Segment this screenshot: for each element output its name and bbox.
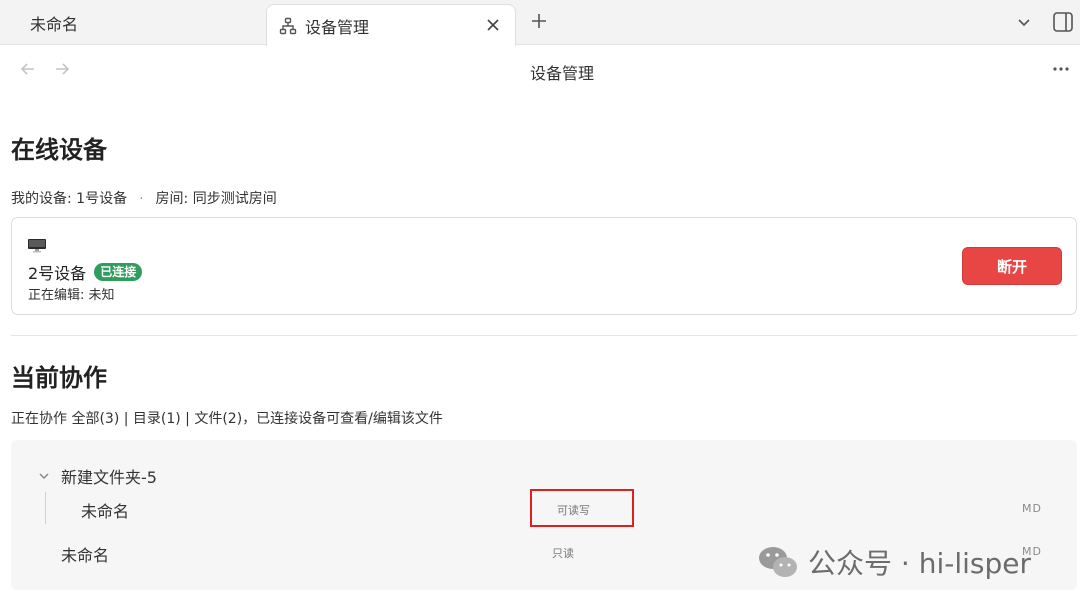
watermark: 公众号 · hi-lisper [758, 542, 1031, 582]
my-device-info: 我的设备: 1号设备 · 房间: 同步测试房间 [11, 188, 277, 208]
close-icon[interactable] [483, 15, 503, 35]
device-name: 2号设备 [28, 264, 87, 283]
disconnect-button[interactable]: 断开 [962, 247, 1062, 285]
online-devices-heading: 在线设备 [11, 136, 107, 164]
folder-name: 新建文件夹-5 [61, 468, 157, 487]
tab-untitled[interactable]: 未命名 [0, 0, 265, 45]
sitemap-icon [279, 17, 297, 35]
room-label: 房间: 同步测试房间 [155, 191, 277, 207]
more-options-icon[interactable] [1050, 58, 1072, 80]
highlight-annotation [530, 489, 634, 527]
separator: · [139, 191, 144, 207]
view-title: 设备管理 [529, 64, 594, 83]
chevron-down-icon[interactable] [37, 469, 51, 483]
chevron-down-icon[interactable] [1014, 12, 1034, 32]
section-divider [11, 335, 1077, 336]
my-device-label: 我的设备: 1号设备 [11, 191, 128, 207]
view-header: 设备管理 [0, 46, 1080, 92]
file-name: 未命名 [81, 502, 130, 521]
watermark-text: 公众号 · hi-lisper [808, 547, 1031, 580]
tab-bar: 未命名 设备管理 [0, 0, 1080, 46]
file-name: 未命名 [61, 546, 110, 565]
plus-icon[interactable] [528, 10, 550, 32]
device-editing-status: 正在编辑: 未知 [28, 288, 115, 303]
device-card: 2号设备 已连接 正在编辑: 未知 断开 [11, 217, 1077, 315]
file-extension: MD [1022, 502, 1042, 515]
file-permission: 只读 [552, 547, 574, 560]
sidebar-toggle-icon[interactable] [1052, 11, 1074, 33]
collaboration-heading: 当前协作 [11, 364, 107, 392]
wechat-icon [758, 545, 798, 579]
folder-row[interactable]: 新建文件夹-5 [37, 464, 157, 488]
tab-device-management[interactable]: 设备管理 [266, 4, 516, 46]
tab-label: 设备管理 [305, 17, 370, 37]
collaboration-summary: 正在协作 全部(3) | 目录(1) | 文件(2)，已连接设备可查看/编辑该文… [11, 411, 443, 427]
status-badge: 已连接 [94, 263, 143, 281]
monitor-icon [28, 238, 46, 253]
device-name-row: 2号设备 已连接 [28, 260, 143, 284]
tab-label: 未命名 [30, 14, 79, 34]
